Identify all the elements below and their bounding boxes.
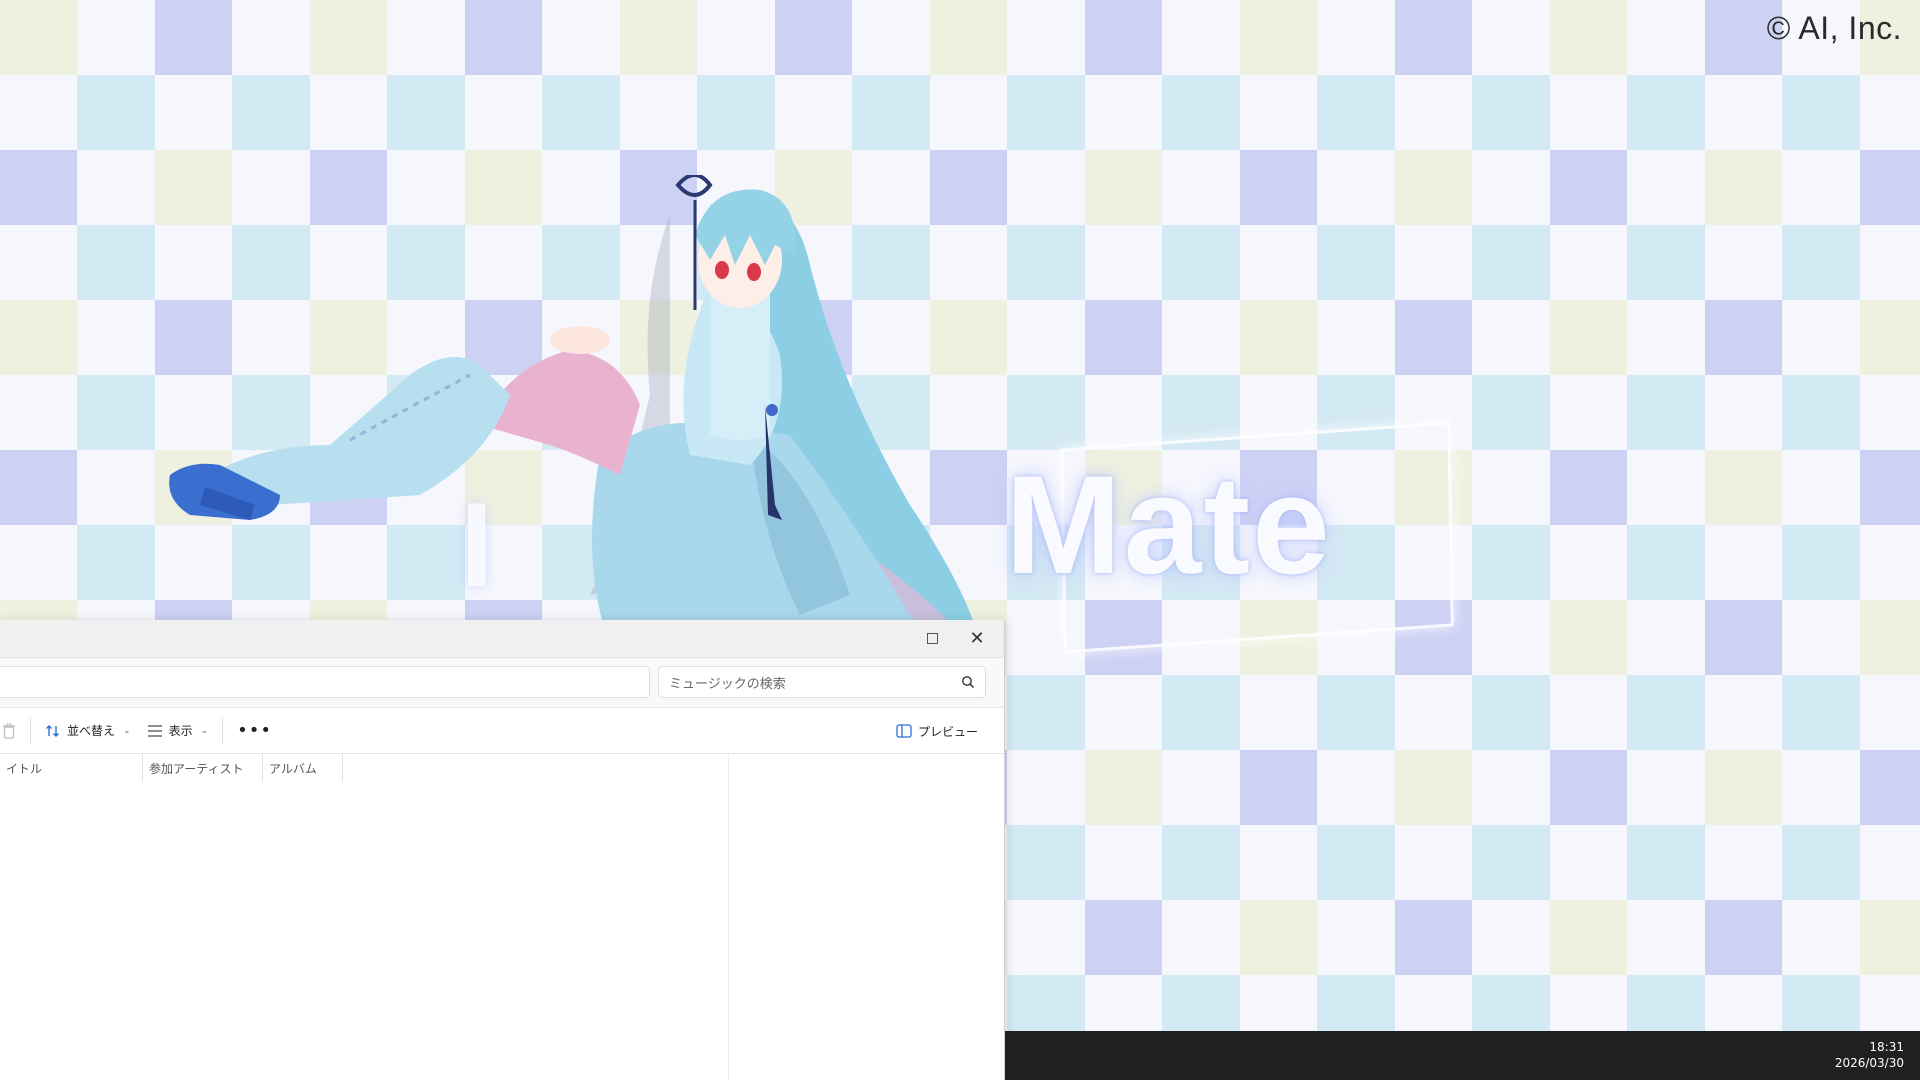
preview-button[interactable]: プレビュー <box>888 715 986 747</box>
chevron-down-icon: ⌄ <box>123 725 131 736</box>
address-field[interactable] <box>0 666 650 698</box>
clock-time: 18:31 <box>1869 1040 1904 1054</box>
column-album[interactable]: アルバム <box>263 754 343 782</box>
sort-button[interactable]: 並べ替え ⌄ <box>37 715 139 747</box>
more-icon: ••• <box>237 719 272 741</box>
column-artist[interactable]: 参加アーティスト <box>143 754 263 782</box>
close-icon: ✕ <box>969 627 985 649</box>
character-illustration <box>169 175 980 681</box>
search-input[interactable]: ミュージックの検索 <box>669 673 961 692</box>
pane-divider <box>728 754 729 1080</box>
toolbar-separator <box>30 716 31 745</box>
maximize-icon <box>926 632 938 644</box>
delete-button[interactable] <box>0 715 24 747</box>
close-button[interactable]: ✕ <box>962 624 992 652</box>
preview-label: プレビュー <box>917 724 978 739</box>
column-album-label: アルバム <box>269 761 317 776</box>
search-icon[interactable] <box>961 675 975 689</box>
more-options-button[interactable]: ••• <box>229 715 280 747</box>
clock-date: 2026/03/30 <box>1834 1056 1904 1070</box>
column-title-label: イトル <box>6 761 43 776</box>
view-button[interactable]: 表示 ⌄ <box>139 715 217 747</box>
view-list-icon <box>147 724 162 737</box>
column-artist-label: 参加アーティスト <box>149 761 244 776</box>
sort-icon <box>46 724 59 737</box>
address-bar: ミュージックの検索 <box>0 658 1004 708</box>
logo-text: Mate <box>1005 446 1332 603</box>
file-list[interactable] <box>0 754 1004 1080</box>
maximize-button[interactable] <box>922 628 942 648</box>
column-title[interactable]: イトル <box>0 754 143 782</box>
view-label: 表示 <box>168 724 193 738</box>
search-box[interactable]: ミュージックの検索 <box>658 666 986 698</box>
preview-pane-icon <box>896 724 912 738</box>
sort-label: 並べ替え <box>67 724 116 738</box>
explorer-window: ✕ ミュージックの検索 並べ替え ⌄ 表示 ⌄ ••• プレビュー イトル 参加… <box>0 620 1005 1080</box>
command-bar: 並べ替え ⌄ 表示 ⌄ ••• プレビュー <box>0 708 1004 754</box>
taskbar: 18:31 2026/03/30 <box>1005 1031 1920 1080</box>
copyright-text: © AI, Inc. <box>1766 10 1902 46</box>
system-clock[interactable]: 18:31 2026/03/30 <box>1835 1039 1904 1071</box>
toolbar-separator <box>222 716 224 745</box>
window-titlebar[interactable]: ✕ <box>0 620 1004 658</box>
trash-icon <box>3 723 15 739</box>
column-header: イトル 参加アーティスト アルバム <box>0 754 1004 782</box>
chevron-down-icon: ⌄ <box>200 725 209 736</box>
